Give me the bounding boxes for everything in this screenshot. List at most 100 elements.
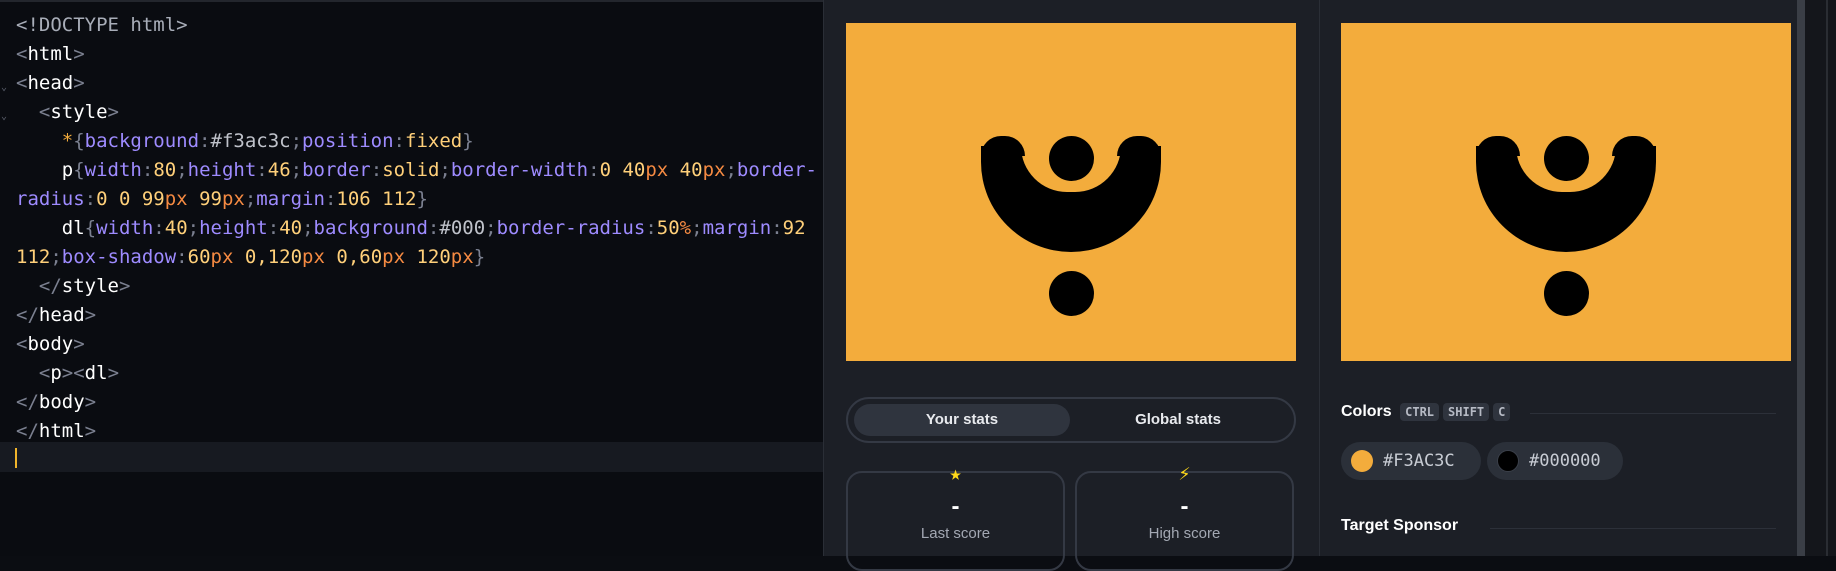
code-token: : <box>370 159 383 181</box>
code-token: </ <box>16 275 62 297</box>
your-output-preview <box>846 23 1296 361</box>
code-token: 0 40 <box>599 159 646 181</box>
code-token: : <box>141 159 154 181</box>
code-token: 99 <box>187 188 222 210</box>
code-token: 40 <box>668 159 703 181</box>
code-token: : <box>153 217 165 239</box>
code-token: : <box>427 217 440 239</box>
color-swatch-orange[interactable]: #F3AC3C <box>1341 442 1481 480</box>
code-token: > <box>107 101 119 123</box>
code-token: style <box>61 275 119 297</box>
color-swatch-black[interactable]: #000000 <box>1487 442 1623 480</box>
code-token: head <box>38 304 85 326</box>
code-token: border <box>302 159 371 181</box>
code-token: ; <box>290 159 303 181</box>
color-hex-black: #000000 <box>1529 451 1601 471</box>
code-token: </ <box>16 304 39 326</box>
code-token: : <box>199 130 211 152</box>
code-token: : <box>176 246 188 268</box>
code-line: <body> <box>16 330 85 359</box>
target-shape-bottom-dot <box>1544 271 1589 316</box>
code-token: 0,60 <box>324 246 383 268</box>
code-token: ; <box>290 130 303 152</box>
code-token: 50 <box>656 217 680 239</box>
code-line: p{width:80;height:46;border:solid;border… <box>16 156 817 185</box>
stats-toggle: Your stats Global stats <box>846 397 1296 443</box>
code-line: <p><dl> <box>16 359 119 388</box>
code-token: : <box>393 130 405 152</box>
target-shape-right-cap <box>1612 136 1656 156</box>
code-token: border- <box>736 159 817 181</box>
code-token: dl <box>16 217 85 239</box>
code-line: </body> <box>16 388 96 417</box>
shape-left-cap <box>981 136 1025 156</box>
code-token: 60 <box>187 246 211 268</box>
scrollbar-edge <box>1826 0 1828 556</box>
code-line: </style> <box>16 272 131 301</box>
colors-title: Colors <box>1341 403 1392 420</box>
code-token: px <box>164 188 188 210</box>
code-token: : <box>588 159 600 181</box>
current-line-highlight <box>0 442 823 472</box>
code-token: body <box>27 333 74 355</box>
star-icon: ★ <box>949 461 962 485</box>
code-token: > <box>84 304 97 326</box>
target-shape-left-cap <box>1476 136 1520 156</box>
code-token: width <box>96 217 154 239</box>
code-token: >< <box>61 362 85 384</box>
code-token: style <box>50 101 108 123</box>
code-token: > <box>73 43 85 65</box>
code-token: </ <box>16 420 39 442</box>
code-token: 40 <box>279 217 303 239</box>
code-token: : <box>267 217 280 239</box>
code-token: height <box>199 217 268 239</box>
colors-divider <box>1530 413 1776 414</box>
text-caret <box>15 448 17 468</box>
fold-chevron-icon[interactable]: ⌄ <box>1 82 7 93</box>
code-token: border-width <box>450 159 589 181</box>
fold-chevron-icon[interactable]: ⌄ <box>1 111 7 122</box>
code-token: solid <box>382 159 440 181</box>
code-token: ; <box>725 159 737 181</box>
code-line: <style> <box>16 98 119 127</box>
code-token: fixed <box>405 130 463 152</box>
last-score-card: ★ - Last score <box>846 461 1065 571</box>
code-token: px <box>302 246 325 268</box>
code-token: 120 <box>405 246 451 268</box>
code-token: px <box>702 159 726 181</box>
target-preview <box>1341 23 1791 361</box>
code-token: 112 <box>16 246 51 268</box>
code-token: { <box>84 217 97 239</box>
shortcut-key-c: C <box>1493 403 1511 421</box>
code-token: position <box>302 130 394 152</box>
code-token: px <box>382 246 406 268</box>
code-token: 46 <box>267 159 291 181</box>
shortcut-key-shift: SHIFT <box>1443 403 1490 421</box>
code-token: 106 112 <box>336 188 417 210</box>
colors-heading: Colors CTRL SHIFT C <box>1341 403 1511 421</box>
code-line: <head> <box>16 69 85 98</box>
code-token: margin <box>702 217 772 239</box>
code-token: ; <box>176 159 188 181</box>
shape-top-dot <box>1049 136 1094 181</box>
code-line: dl{width:40;height:40;background:#000;bo… <box>16 214 806 243</box>
code-line: radius:0 0 99px 99px;margin:106 112} <box>16 185 428 214</box>
code-token: dl <box>84 362 108 384</box>
code-token: { <box>73 130 85 152</box>
target-sponsor-heading: Target Sponsor <box>1341 517 1459 534</box>
code-token: } <box>473 246 486 268</box>
code-token: background <box>313 217 428 239</box>
sponsor-divider <box>1490 528 1776 529</box>
code-token: </ <box>16 391 39 413</box>
code-token: #f3ac3c <box>210 130 291 152</box>
code-token: ; <box>691 217 703 239</box>
code-token: > <box>118 275 131 297</box>
code-token: 0 0 99 <box>96 188 165 210</box>
code-editor[interactable]: <!DOCTYPE html> <html> <head> ⌄ <style> ⌄ *{… <box>0 0 823 556</box>
code-token: px <box>645 159 669 181</box>
code-token: p <box>50 362 62 384</box>
bolt-icon: ⚡ <box>1178 461 1191 485</box>
your-stats-tab[interactable]: Your stats <box>854 404 1070 436</box>
global-stats-tab[interactable]: Global stats <box>1070 404 1286 436</box>
scrollbar-thumb[interactable] <box>1797 0 1805 556</box>
